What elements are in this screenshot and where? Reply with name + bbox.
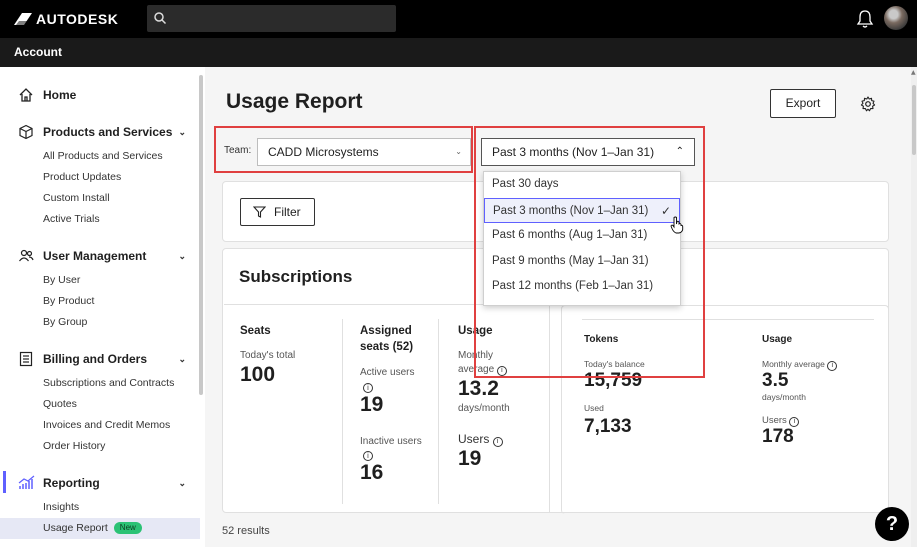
filter-label: Filter bbox=[274, 205, 301, 219]
subscriptions-title: Subscriptions bbox=[239, 267, 353, 286]
nav-subscriptions-contracts[interactable]: Subscriptions and Contracts bbox=[43, 373, 200, 394]
nav-usage-report[interactable]: Usage Report New bbox=[0, 518, 200, 539]
nav-users-label: User Management bbox=[43, 249, 147, 263]
nav-quotes[interactable]: Quotes bbox=[43, 394, 200, 415]
date-option-3-months[interactable]: Past 3 months (Nov 1–Jan 31) ✓ bbox=[484, 197, 680, 224]
nav-reporting-label: Reporting bbox=[43, 476, 100, 490]
results-count: 52 results bbox=[222, 525, 270, 537]
todays-total-value: 100 bbox=[240, 363, 276, 386]
sidebar: Home Products and Services ⌄ All Product… bbox=[0, 67, 205, 547]
nav-billing-label: Billing and Orders bbox=[43, 352, 148, 366]
date-range-value: Past 3 months (Nov 1–Jan 31) bbox=[492, 145, 655, 159]
nav-order-history[interactable]: Order History bbox=[43, 436, 200, 457]
date-range-highlight: Past 3 months (Nov 1–Jan 31) ⌃ Past 30 d… bbox=[474, 126, 705, 378]
monthly-average-value: 13.2 bbox=[458, 377, 499, 400]
users-label: Users i bbox=[458, 432, 503, 447]
tokens-days-month: days/month bbox=[762, 392, 806, 402]
date-option-6-months[interactable]: Past 6 months (Aug 1–Jan 31) bbox=[484, 223, 680, 249]
users-value: 19 bbox=[458, 447, 482, 470]
date-range-dropdown[interactable]: Past 3 months (Nov 1–Jan 31) ⌃ bbox=[481, 138, 695, 166]
nav-invoices[interactable]: Invoices and Credit Memos bbox=[43, 415, 200, 436]
todays-total-label: Today's total bbox=[240, 350, 296, 361]
nav-section-reporting: Reporting ⌄ Insights Usage Report New bbox=[0, 473, 200, 539]
nav-users-header[interactable]: User Management ⌄ bbox=[0, 246, 200, 266]
cube-icon bbox=[19, 124, 33, 140]
autodesk-logo-icon bbox=[14, 13, 32, 25]
search-input[interactable] bbox=[147, 5, 396, 32]
nav-by-product[interactable]: By Product bbox=[43, 291, 200, 312]
nav-billing-header[interactable]: Billing and Orders ⌄ bbox=[0, 349, 200, 369]
nav-home-label: Home bbox=[43, 88, 77, 102]
info-icon[interactable]: i bbox=[363, 383, 373, 393]
export-button[interactable]: Export bbox=[770, 89, 836, 118]
nav-section-products: Products and Services ⌄ All Products and… bbox=[0, 122, 200, 230]
team-label: Team: bbox=[224, 145, 252, 156]
chevron-down-icon: ⌄ bbox=[178, 353, 186, 364]
top-bar: AUTODESK bbox=[0, 0, 917, 38]
date-option-9-months[interactable]: Past 9 months (May 1–Jan 31) bbox=[484, 249, 680, 275]
chart-icon bbox=[18, 475, 35, 489]
info-icon[interactable]: i bbox=[492, 437, 503, 447]
invoice-icon bbox=[19, 351, 33, 367]
users-icon bbox=[19, 249, 34, 262]
tokens-users-value: 178 bbox=[762, 426, 794, 447]
assigned-heading: Assigned bbox=[360, 325, 412, 337]
brand-name: AUTODESK bbox=[36, 11, 119, 27]
chevron-down-icon: ⌄ bbox=[178, 126, 186, 137]
active-users-label: Active users bbox=[360, 367, 415, 378]
nav-custom-install[interactable]: Custom Install bbox=[43, 188, 200, 209]
nav-reporting-header[interactable]: Reporting ⌄ bbox=[0, 473, 200, 493]
hand-cursor-icon bbox=[670, 216, 684, 234]
nav-section-billing: Billing and Orders ⌄ Subscriptions and C… bbox=[0, 349, 200, 457]
team-dropdown[interactable]: CADD Microsystems ⌄ bbox=[257, 138, 471, 166]
nav-insights[interactable]: Insights bbox=[43, 497, 200, 518]
new-badge: New bbox=[113, 522, 142, 535]
seats-heading: Seats bbox=[240, 325, 271, 337]
team-value: CADD Microsystems bbox=[268, 145, 379, 159]
home-icon bbox=[19, 88, 33, 102]
team-selector-highlight: Team: CADD Microsystems ⌄ bbox=[214, 126, 473, 173]
gear-icon[interactable] bbox=[860, 96, 876, 112]
user-avatar[interactable] bbox=[884, 6, 908, 30]
autodesk-logo[interactable]: AUTODESK bbox=[14, 11, 118, 27]
chevron-down-icon: ⌄ bbox=[178, 477, 186, 488]
nav-section-users: User Management ⌄ By User By Product By … bbox=[0, 246, 200, 333]
page-title: Usage Report bbox=[226, 90, 363, 113]
used-value: 7,133 bbox=[584, 416, 632, 437]
nav-by-group[interactable]: By Group bbox=[43, 312, 200, 333]
info-icon[interactable]: i bbox=[363, 451, 373, 461]
date-range-menu: Past 30 days Past 3 months (Nov 1–Jan 31… bbox=[483, 171, 681, 306]
nav-active-trials[interactable]: Active Trials bbox=[43, 209, 200, 230]
tokens-monthly-average-value: 3.5 bbox=[762, 370, 789, 391]
account-bar: Account bbox=[0, 38, 917, 67]
search-icon bbox=[154, 12, 167, 25]
days-month-label: days/month bbox=[458, 403, 510, 414]
info-icon[interactable]: i bbox=[827, 361, 838, 371]
nav-usage-report-label: Usage Report bbox=[43, 522, 108, 534]
date-option-12-months[interactable]: Past 12 months (Feb 1–Jan 31) bbox=[484, 274, 680, 300]
active-users-value: 19 bbox=[360, 393, 384, 416]
page-scrollbar[interactable] bbox=[911, 67, 917, 547]
help-button[interactable]: ? bbox=[875, 507, 909, 541]
chevron-down-icon: ⌄ bbox=[178, 250, 186, 261]
tokens-usage-heading: Usage bbox=[762, 334, 793, 345]
chevron-up-icon: ⌃ bbox=[675, 146, 684, 157]
assigned-seats-heading: seats (52) bbox=[360, 341, 414, 353]
nav-by-user[interactable]: By User bbox=[43, 270, 200, 291]
nav-product-updates[interactable]: Product Updates bbox=[43, 167, 200, 188]
filter-icon bbox=[253, 206, 266, 218]
nav-section-home[interactable]: Home bbox=[0, 85, 200, 105]
inactive-users-value: 16 bbox=[360, 461, 384, 484]
main-content: ▲ Usage Report Export Filter Subscriptio… bbox=[205, 67, 917, 547]
chevron-down-icon: ⌄ bbox=[455, 147, 462, 156]
nav-products-header[interactable]: Products and Services ⌄ bbox=[0, 122, 200, 142]
nav-products-label: Products and Services bbox=[43, 125, 173, 139]
nav-all-products[interactable]: All Products and Services bbox=[43, 146, 200, 167]
inactive-users-label: Inactive users bbox=[360, 436, 422, 447]
bell-icon[interactable] bbox=[856, 9, 874, 29]
date-option-30-days[interactable]: Past 30 days bbox=[484, 172, 680, 198]
used-label: Used bbox=[584, 403, 604, 413]
scroll-up-icon[interactable]: ▲ bbox=[911, 69, 916, 76]
filter-button[interactable]: Filter bbox=[240, 198, 315, 226]
